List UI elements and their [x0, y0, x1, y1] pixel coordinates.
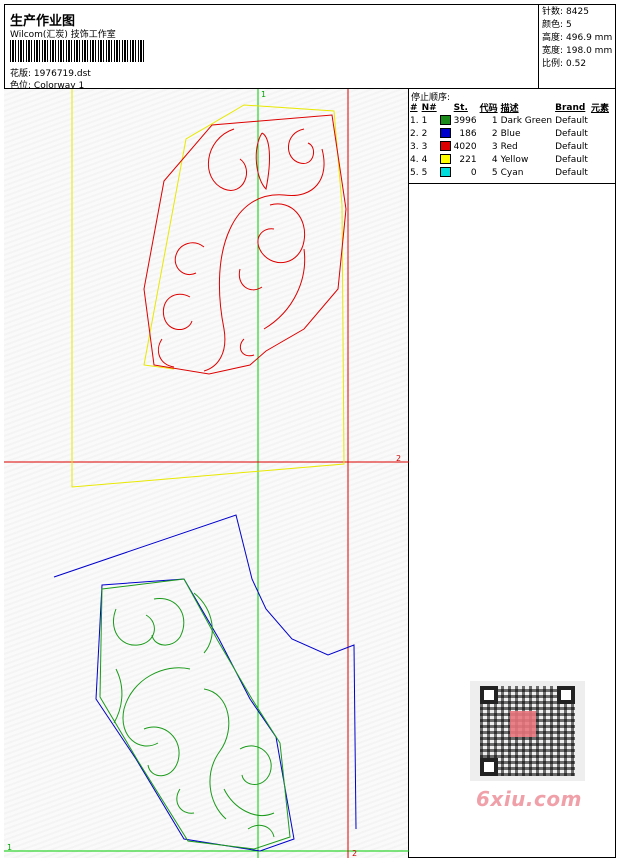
- cell-color: [439, 166, 454, 179]
- col-needle: N#: [421, 102, 437, 113]
- qr-finder-bottom-left: [480, 758, 498, 776]
- stat-width: 宽度: 198.0 mm: [542, 46, 613, 56]
- embroidery-preview: 1 2 1 2: [4, 89, 409, 858]
- company-subtitle: Wilcom(汇炭) 技饰工作室: [10, 30, 116, 40]
- barcode: [10, 40, 144, 62]
- qr-finder-top-right: [557, 686, 575, 704]
- col-code: 代码: [479, 104, 498, 114]
- cell-needle: 5: [421, 167, 428, 178]
- cell-stitches: 186: [459, 128, 477, 139]
- cell-needle: 4: [421, 154, 428, 165]
- stat-height: 高度: 496.9 mm: [542, 33, 613, 43]
- cell-color: [439, 153, 454, 166]
- table-header-row: # N# St. 代码 描述 Brand 元素: [410, 101, 612, 115]
- stat-scale: 比例: 0.52: [542, 59, 587, 69]
- cell-needle: 2: [421, 128, 428, 139]
- col-color: [440, 101, 454, 114]
- stats-panel: 针数: 8425 颜色: 5 高度: 496.9 mm 宽度: 198.0 mm 比例:…: [538, 4, 616, 89]
- cell-color: [439, 140, 454, 153]
- cell-index: 2.: [410, 128, 419, 139]
- side-divider: [409, 183, 616, 184]
- col-index: #: [410, 102, 418, 113]
- col-element: 元素: [590, 104, 609, 114]
- cell-brand: Default: [555, 167, 588, 178]
- color-swatch: [439, 128, 451, 139]
- table-row: 1. 1 3996 1 Dark Green Default: [410, 114, 612, 127]
- guide-label-h2: 2: [396, 454, 401, 463]
- green-ornament: [99, 578, 291, 850]
- cell-index: 4.: [410, 154, 419, 165]
- cell-code: 4: [491, 154, 498, 165]
- cell-code: 2: [491, 128, 498, 139]
- guide-label-h1: 1: [7, 843, 12, 852]
- cell-element: [591, 114, 612, 127]
- cell-description: Dark Green: [500, 115, 553, 126]
- table-row: 4. 4 221 4 Yellow Default: [410, 153, 612, 166]
- cell-element: [591, 153, 612, 166]
- cell-brand: Default: [555, 128, 588, 139]
- cell-index: 3.: [410, 141, 419, 152]
- stop-sequence-table: # N# St. 代码 描述 Brand 元素 1. 1 3996 1 Dark Gre…: [410, 101, 612, 179]
- cell-description: Blue: [500, 128, 521, 139]
- watermark-text: 6xiu.com: [476, 787, 582, 811]
- guide-label-v1: 1: [261, 90, 266, 99]
- table-row: 2. 2 186 2 Blue Default: [410, 127, 612, 140]
- col-brand: Brand: [555, 102, 586, 113]
- cell-index: 5.: [410, 167, 419, 178]
- cell-stitches: 221: [459, 154, 477, 165]
- cell-stitches: 4020: [453, 141, 477, 152]
- design-canvas[interactable]: 1 2 1 2: [4, 89, 409, 858]
- cell-code: 1: [491, 115, 498, 126]
- stat-colors: 颜色: 5: [542, 20, 572, 30]
- cell-element: [591, 140, 612, 153]
- cell-element: [591, 166, 612, 179]
- cell-brand: Default: [555, 141, 588, 152]
- stop-sequence-rows: 1. 1 3996 1 Dark Green Default 2. 2 186 2 Blue Defa…: [410, 114, 612, 179]
- color-swatch: [439, 141, 451, 152]
- table-row: 5. 5 0 5 Cyan Default: [410, 166, 612, 179]
- cell-stitches: 0: [470, 167, 477, 178]
- color-swatch: [439, 154, 451, 165]
- cell-color: [439, 127, 454, 140]
- col-description: 描述: [500, 104, 519, 114]
- cell-stitches: 3996: [453, 115, 477, 126]
- cell-needle: 1: [421, 115, 428, 126]
- qr-finder-top-left: [480, 686, 498, 704]
- cell-description: Red: [500, 141, 518, 152]
- qr-seal-icon: [510, 711, 536, 737]
- guide-label-v2: 2: [352, 849, 357, 858]
- table-row: 3. 3 4020 3 Red Default: [410, 140, 612, 153]
- cell-element: [591, 127, 612, 140]
- yellow-outline: [71, 89, 345, 488]
- cell-brand: Default: [555, 154, 588, 165]
- cell-brand: Default: [555, 115, 588, 126]
- cell-needle: 3: [421, 141, 428, 152]
- col-stitches: St.: [453, 102, 468, 113]
- cell-description: Yellow: [500, 154, 529, 165]
- color-swatch: [439, 167, 451, 178]
- red-ornament: [143, 114, 347, 375]
- cell-code: 5: [491, 167, 498, 178]
- header: 生产作业图 Wilcom(汇炭) 技饰工作室 花版: 1976719.dst 色…: [4, 4, 616, 91]
- cell-code: 3: [491, 141, 498, 152]
- qr-code: [470, 681, 585, 781]
- color-swatch: [439, 115, 451, 126]
- cell-index: 1.: [410, 115, 419, 126]
- stat-stitches: 针数: 8425: [542, 7, 589, 17]
- blue-outline: [53, 514, 357, 852]
- cell-color: [439, 114, 454, 127]
- cell-description: Cyan: [500, 167, 524, 178]
